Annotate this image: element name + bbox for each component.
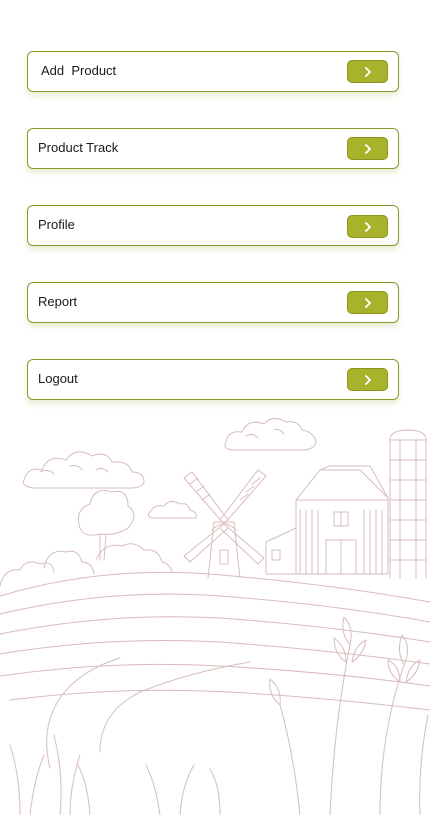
- menu-item-report[interactable]: Report: [27, 282, 399, 323]
- menu-item-label: Product Track: [38, 140, 119, 155]
- cloud-icon: [224, 418, 317, 451]
- product-track-arrow-button[interactable]: [347, 137, 388, 160]
- profile-arrow-button[interactable]: [347, 215, 388, 238]
- menu-list: Add Product Product Track Profile Report…: [27, 51, 399, 436]
- silo-illustration: [389, 429, 427, 579]
- menu-item-label: Logout: [38, 371, 78, 386]
- cloud-icon: [22, 451, 145, 489]
- chevron-right-icon: [364, 143, 371, 154]
- farm-landscape-illustration: [0, 418, 430, 815]
- wheat-illustration: [9, 616, 429, 815]
- menu-item-label: Add Product: [41, 63, 117, 78]
- field-rows-illustration: [0, 571, 430, 769]
- menu-item-logout[interactable]: Logout: [27, 359, 399, 400]
- logout-arrow-button[interactable]: [347, 368, 388, 391]
- menu-item-add-product[interactable]: Add Product: [27, 51, 399, 92]
- chevron-right-icon: [364, 221, 371, 232]
- cloud-icon: [147, 500, 197, 519]
- add-product-arrow-button[interactable]: [347, 60, 388, 83]
- chevron-right-icon: [364, 374, 371, 385]
- menu-item-label: Report: [38, 294, 78, 309]
- menu-screen: Add Product Product Track Profile Report…: [0, 0, 430, 815]
- report-arrow-button[interactable]: [347, 291, 388, 314]
- menu-item-label: Profile: [38, 217, 75, 232]
- windmill-illustration: [183, 469, 267, 579]
- barn-illustration: [265, 465, 389, 575]
- menu-item-profile[interactable]: Profile: [27, 205, 399, 246]
- menu-item-product-track[interactable]: Product Track: [27, 128, 399, 169]
- chevron-right-icon: [364, 66, 371, 77]
- tree-illustration: [0, 490, 173, 587]
- chevron-right-icon: [364, 297, 371, 308]
